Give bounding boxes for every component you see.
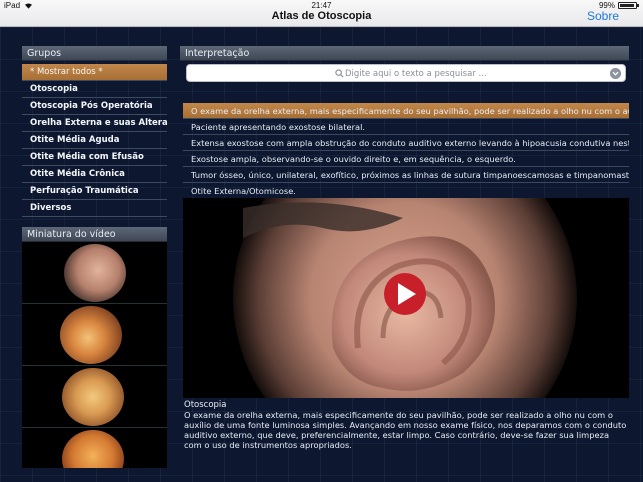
group-item-otite-media-cronica[interactable]: Otite Média Crônica — [22, 166, 167, 183]
video-thumbnail[interactable] — [22, 428, 167, 468]
result-item[interactable]: Tumor ósseo, único, unilateral, exofític… — [183, 167, 629, 183]
group-item-otite-media-aguda[interactable]: Otite Média Aguda — [22, 132, 167, 149]
search-input[interactable] — [345, 67, 605, 80]
result-item[interactable]: Paciente apresentando exostose bilateral… — [183, 119, 629, 135]
group-item-perfuracao-traumatica[interactable]: Perfuração Traumática — [22, 183, 167, 200]
search-icon — [335, 69, 344, 78]
status-time: 21:47 — [311, 1, 332, 10]
caption-title: Otoscopia — [184, 400, 227, 410]
page-title: Atlas de Otoscopia — [271, 10, 372, 22]
groups-header: Grupos — [22, 46, 167, 61]
group-item-otoscopia[interactable]: Otoscopia — [22, 81, 167, 98]
groups-list: * Mostrar todos * Otoscopia Otoscopia Pó… — [22, 64, 167, 217]
interpretation-header: Interpretação — [180, 46, 629, 61]
video-thumbnail[interactable] — [22, 304, 167, 366]
search-bar — [186, 64, 626, 82]
result-item[interactable]: Otite Externa/Otomicose. — [183, 183, 629, 199]
group-item-orelha-externa[interactable]: Orelha Externa e suas Altera... — [22, 115, 167, 132]
video-thumbnail[interactable] — [22, 242, 167, 304]
chevron-down-icon[interactable] — [610, 68, 621, 79]
result-item[interactable]: Exostose ampla, observando-se o ouvido d… — [183, 151, 629, 167]
thumbnails-header: Miniatura do vídeo — [22, 227, 167, 242]
group-item-show-all[interactable]: * Mostrar todos * — [22, 64, 167, 81]
about-button[interactable]: Sobre — [587, 9, 619, 23]
ear-video-frame — [233, 198, 577, 398]
thumbnail-list — [22, 242, 167, 468]
group-item-otoscopia-pos-operatoria[interactable]: Otoscopia Pós Operatória — [22, 98, 167, 115]
battery-icon — [618, 2, 639, 9]
top-bar: iPad 21:47 99% Atlas de Otoscopia Sobre — [0, 0, 643, 27]
result-item[interactable]: Extensa exostose com ampla obstrução do … — [183, 135, 629, 151]
video-thumbnail[interactable] — [22, 366, 167, 428]
group-item-diversos[interactable]: Diversos — [22, 200, 167, 217]
play-icon[interactable] — [384, 273, 426, 315]
group-item-otite-media-efusao[interactable]: Otite Média com Efusão — [22, 149, 167, 166]
caption-text: O exame da orelha externa, mais especifi… — [184, 410, 627, 450]
video-player[interactable] — [183, 198, 629, 398]
results-list: O exame da orelha externa, mais especifi… — [183, 103, 629, 199]
result-item[interactable]: O exame da orelha externa, mais especifi… — [183, 103, 629, 119]
